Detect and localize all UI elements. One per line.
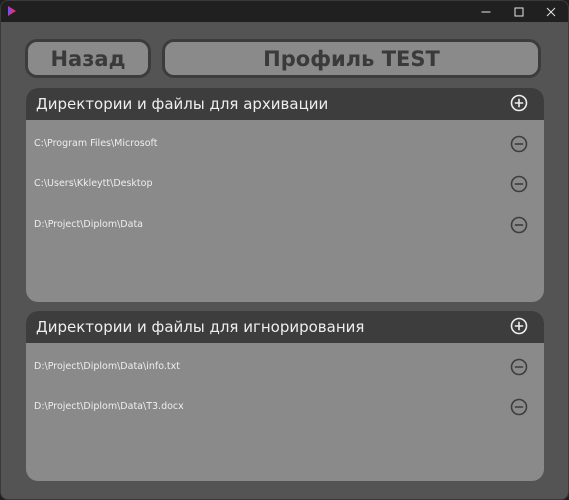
remove-icon[interactable] [510,358,528,376]
archive-path: C:\Users\Kkleytt\Desktop [34,178,153,189]
list-item: D:\Project\Diplom\Data\T3.docx [26,396,544,420]
list-item: C:\Program Files\Microsoft [26,133,544,157]
archive-panel-title: Директории и файлы для архивации [36,95,329,113]
close-icon [546,7,556,16]
list-item: C:\Users\Kkleytt\Desktop [26,173,544,197]
minimize-icon [481,11,491,12]
ignore-panel-header: Директории и файлы для игнорирования [26,311,544,343]
remove-icon[interactable] [510,135,528,153]
ignore-path: D:\Project\Diplom\Data\info.txt [34,361,180,372]
app-logo-icon [8,6,16,16]
maximize-icon [514,7,524,16]
archive-panel: Директории и файлы для архивации C:\Prog… [26,88,544,302]
remove-icon[interactable] [510,175,528,193]
add-archive-item-icon[interactable] [510,94,528,112]
list-item: D:\Project\Diplom\Data\info.txt [26,356,544,380]
minimize-button[interactable] [471,1,501,22]
archive-path: C:\Program Files\Microsoft [34,138,158,149]
title-bar[interactable] [1,1,568,22]
archive-panel-header: Директории и файлы для архивации [26,88,544,120]
ignore-panel-title: Директории и файлы для игнорирования [36,318,365,336]
profile-title-button[interactable]: Профиль TEST [162,39,541,78]
ignore-panel: Директории и файлы для игнорирования D:\… [26,311,544,481]
back-button[interactable]: Назад [25,39,151,78]
ignore-path: D:\Project\Diplom\Data\T3.docx [34,401,184,412]
app-window: Назад Профиль TEST Директории и файлы дл… [0,0,569,500]
remove-icon[interactable] [510,216,528,234]
maximize-button[interactable] [504,1,534,22]
remove-icon[interactable] [510,398,528,416]
archive-path: D:\Project\Diplom\Data [34,219,143,230]
add-ignore-item-icon[interactable] [510,317,528,335]
list-item: D:\Project\Diplom\Data [26,214,544,238]
close-button[interactable] [536,1,566,22]
